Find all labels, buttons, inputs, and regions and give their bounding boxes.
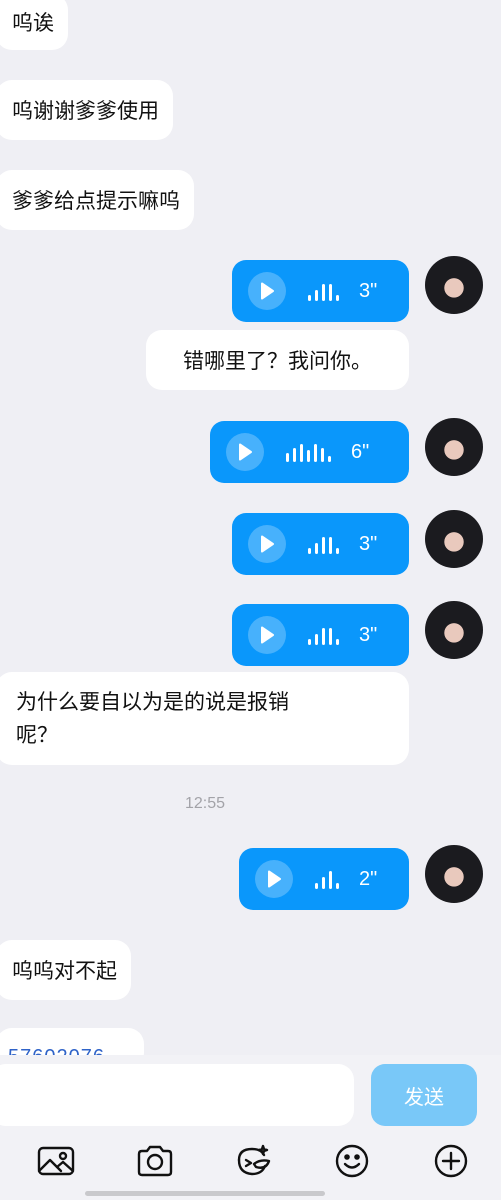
image-icon[interactable] bbox=[36, 1141, 76, 1181]
avatar[interactable] bbox=[425, 256, 483, 314]
play-icon[interactable] bbox=[248, 525, 286, 563]
message-text-line-1: 为什么要自以为是的说是报销 bbox=[16, 689, 289, 714]
message-in-6-partial[interactable]: 57602076 bbox=[0, 1028, 144, 1055]
waveform bbox=[315, 869, 339, 889]
send-button[interactable]: 发送 bbox=[371, 1064, 477, 1126]
waveform bbox=[286, 442, 331, 462]
voice-message-4[interactable]: 3" bbox=[232, 604, 409, 666]
message-input[interactable] bbox=[0, 1064, 354, 1126]
message-text: 爹爹给点提示嘛呜 bbox=[12, 189, 180, 213]
message-in-4[interactable]: 为什么要自以为是的说是报销 呢？ bbox=[0, 672, 409, 765]
message-text: 错哪里了？我问你。 bbox=[183, 349, 372, 373]
plus-icon[interactable] bbox=[431, 1141, 471, 1181]
play-icon[interactable] bbox=[226, 433, 264, 471]
message-in-2[interactable]: 呜谢谢爹爹使用 bbox=[0, 80, 173, 140]
camera-icon[interactable] bbox=[135, 1141, 175, 1181]
avatar[interactable] bbox=[425, 418, 483, 476]
message-text: 呜呜对不起 bbox=[12, 959, 117, 983]
avatar[interactable] bbox=[425, 601, 483, 659]
voice-duration: 3" bbox=[359, 623, 378, 646]
voice-message-1[interactable]: 3" bbox=[232, 260, 409, 322]
message-in-1[interactable]: 呜诶 bbox=[0, 0, 68, 50]
composer-area: 发送 bbox=[0, 1055, 501, 1200]
voice-message-5[interactable]: 2" bbox=[239, 848, 409, 910]
avatar[interactable] bbox=[425, 510, 483, 568]
voice-duration: 3" bbox=[359, 279, 378, 302]
avatar[interactable] bbox=[425, 845, 483, 903]
message-text-line-2: 呢？ bbox=[16, 722, 58, 747]
toolbar bbox=[0, 1141, 501, 1189]
message-out-1[interactable]: 错哪里了？我问你。 bbox=[146, 330, 409, 390]
voice-message-3[interactable]: 3" bbox=[232, 513, 409, 575]
voice-duration: 3" bbox=[359, 532, 378, 555]
message-in-5[interactable]: 呜呜对不起 bbox=[0, 940, 131, 1000]
voice-duration: 6" bbox=[351, 440, 370, 463]
chat-area: 呜诶 呜谢谢爹爹使用 爹爹给点提示嘛呜 3" 错哪里了？我问你。 6" 3" 3… bbox=[0, 0, 501, 1055]
waveform bbox=[308, 281, 339, 301]
play-icon[interactable] bbox=[255, 860, 293, 898]
play-icon[interactable] bbox=[248, 616, 286, 654]
message-text: 呜谢谢爹爹使用 bbox=[12, 99, 159, 123]
waveform bbox=[308, 625, 339, 645]
message-in-3[interactable]: 爹爹给点提示嘛呜 bbox=[0, 170, 194, 230]
waveform bbox=[308, 534, 339, 554]
play-icon[interactable] bbox=[248, 272, 286, 310]
voice-duration: 2" bbox=[359, 867, 378, 890]
message-text: 呜诶 bbox=[12, 11, 54, 35]
home-indicator bbox=[85, 1191, 325, 1196]
voice-message-2[interactable]: 6" bbox=[210, 421, 409, 483]
sticker-icon[interactable] bbox=[233, 1141, 273, 1181]
link-text[interactable]: 57602076 bbox=[8, 1046, 105, 1055]
emoji-icon[interactable] bbox=[332, 1141, 372, 1181]
timestamp: 12:55 bbox=[184, 795, 226, 812]
